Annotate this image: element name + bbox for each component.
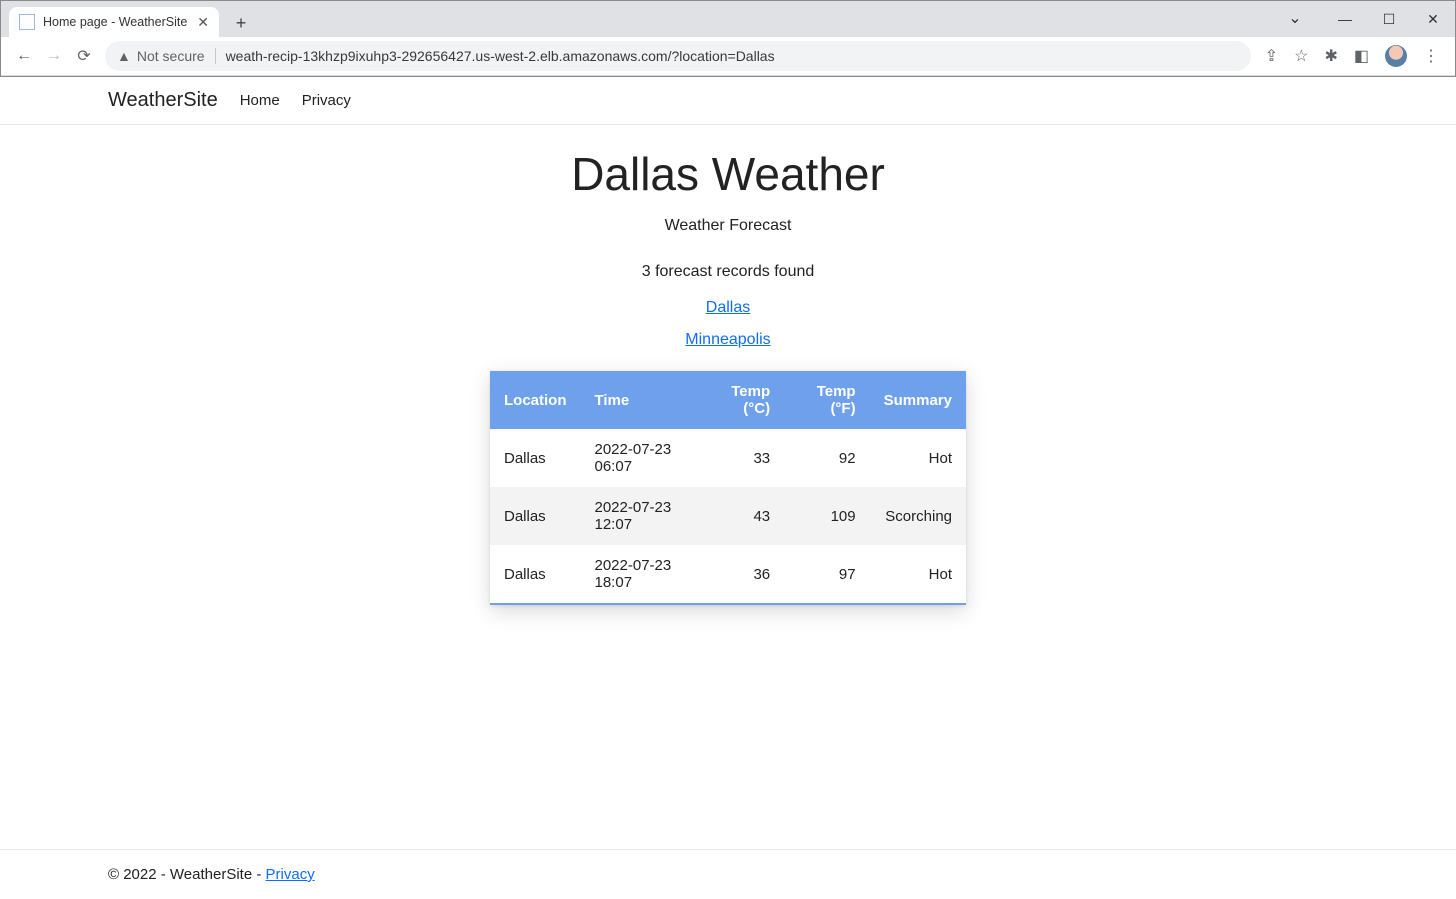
not-secure-icon: ▲ [117, 48, 131, 64]
cell-time: 2022-07-23 06:07 [581, 429, 698, 487]
back-button[interactable]: ← [9, 47, 39, 65]
new-tab-button[interactable]: + [227, 9, 255, 37]
footer-privacy-link[interactable]: Privacy [266, 866, 315, 883]
tab-close-icon[interactable]: ✕ [197, 14, 209, 31]
tab-search-icon[interactable]: ⌄ [1273, 1, 1317, 37]
window-minimize-icon[interactable]: ― [1323, 1, 1367, 37]
url-text: weath-recip-13khzp9ixuhp3-292656427.us-w… [226, 48, 775, 64]
table-row: Dallas2022-07-23 06:073392Hot [490, 429, 966, 487]
cell-location: Dallas [490, 487, 581, 545]
browser-titlebar: Home page - WeatherSite ✕ + ⌄ ― ☐ ✕ [1, 1, 1455, 37]
cell-temp-c: 36 [698, 545, 785, 603]
nav-home[interactable]: Home [240, 92, 280, 109]
location-link-minneapolis[interactable]: Minneapolis [0, 331, 1456, 349]
cell-summary: Hot [870, 429, 966, 487]
menu-icon[interactable]: ⋮ [1423, 46, 1439, 66]
extensions-icon[interactable]: ✱ [1324, 46, 1337, 66]
cell-temp-f: 109 [784, 487, 869, 545]
reload-button[interactable]: ⟳ [69, 46, 99, 66]
cell-time: 2022-07-23 12:07 [581, 487, 698, 545]
cell-temp-f: 92 [784, 429, 869, 487]
sidepanel-icon[interactable]: ◧ [1354, 46, 1369, 66]
th-summary: Summary [870, 371, 966, 429]
page-subtitle: Weather Forecast [0, 217, 1456, 235]
forward-button: → [39, 47, 69, 65]
tab-favicon [19, 14, 35, 30]
share-icon[interactable]: ⇪ [1265, 46, 1278, 66]
cell-location: Dallas [490, 545, 581, 603]
cell-temp-c: 43 [698, 487, 785, 545]
table-row: Dallas2022-07-23 12:0743109Scorching [490, 487, 966, 545]
cell-location: Dallas [490, 429, 581, 487]
nav-privacy[interactable]: Privacy [302, 92, 351, 109]
window-close-icon[interactable]: ✕ [1411, 1, 1455, 37]
browser-toolbar: ← → ⟳ ▲ Not secure weath-recip-13khzp9ix… [1, 37, 1455, 76]
not-secure-label: Not secure [137, 48, 205, 64]
cell-temp-f: 97 [784, 545, 869, 603]
footer-copyright: © 2022 - WeatherSite - [108, 866, 266, 883]
tab-title: Home page - WeatherSite [43, 15, 187, 29]
bookmark-icon[interactable]: ☆ [1294, 46, 1308, 66]
forecast-table: Location Time Temp (°C) Temp (°F) Summar… [490, 371, 966, 605]
table-row: Dallas2022-07-23 18:073697Hot [490, 545, 966, 603]
window-maximize-icon[interactable]: ☐ [1367, 1, 1411, 37]
window-controls: ⌄ ― ☐ ✕ [1273, 1, 1455, 37]
brand[interactable]: WeatherSite [108, 89, 218, 112]
th-temp-c: Temp (°C) [698, 371, 785, 429]
footer: © 2022 - WeatherSite - Privacy [0, 849, 1456, 899]
th-time: Time [581, 371, 698, 429]
records-found: 3 forecast records found [0, 263, 1456, 281]
profile-avatar[interactable] [1385, 45, 1407, 67]
cell-time: 2022-07-23 18:07 [581, 545, 698, 603]
site-navbar: WeatherSite Home Privacy [0, 77, 1456, 125]
browser-tab[interactable]: Home page - WeatherSite ✕ [9, 7, 219, 37]
page-title: Dallas Weather [0, 147, 1456, 201]
address-bar[interactable]: ▲ Not secure weath-recip-13khzp9ixuhp3-2… [105, 41, 1251, 71]
location-link-dallas[interactable]: Dallas [0, 299, 1456, 317]
cell-temp-c: 33 [698, 429, 785, 487]
th-location: Location [490, 371, 581, 429]
cell-summary: Scorching [870, 487, 966, 545]
th-temp-f: Temp (°F) [784, 371, 869, 429]
cell-summary: Hot [870, 545, 966, 603]
